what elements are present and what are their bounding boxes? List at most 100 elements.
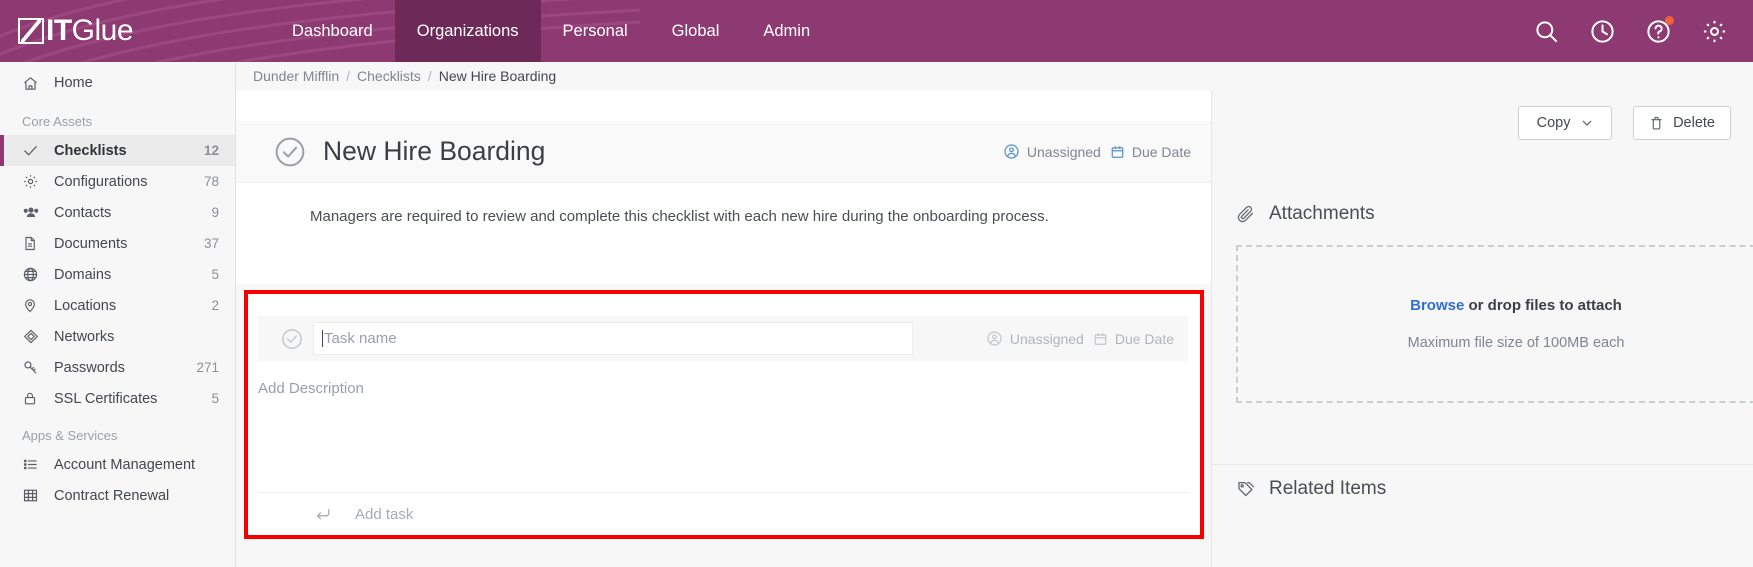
sidebar-item-count: 5: [211, 267, 219, 282]
lock-icon: [22, 390, 44, 408]
add-task-label: Add task: [355, 505, 414, 523]
contacts-icon: [22, 204, 44, 222]
breadcrumb-separator: /: [346, 68, 351, 84]
sidebar-item-label: Configurations: [54, 173, 148, 190]
sidebar-item-networks[interactable]: Networks: [0, 321, 235, 352]
sidebar-item-label: Contacts: [54, 204, 112, 221]
enter-return-icon: [313, 505, 333, 523]
sidebar-item-label: Networks: [54, 328, 115, 345]
breadcrumb-organization[interactable]: Dunder Mifflin: [253, 68, 339, 84]
sidebar-item-label: Domains: [54, 266, 112, 283]
sidebar-item-ssl-certificates[interactable]: SSL Certificates 5: [0, 383, 235, 414]
task-name-row: Task name Unassigned Due Date: [258, 316, 1188, 361]
itglue-logo-mark: [18, 18, 44, 44]
task-due-date[interactable]: Due Date: [1093, 331, 1174, 347]
key-icon: [22, 359, 44, 377]
sidebar-item-locations[interactable]: Locations 2: [0, 290, 235, 321]
delete-button[interactable]: Delete: [1633, 106, 1731, 140]
gear-icon: [22, 173, 44, 191]
checklist-assignee[interactable]: Unassigned: [1003, 143, 1101, 160]
dropzone-drop-text: or drop files to attach: [1464, 297, 1622, 314]
tag-icon: [1236, 479, 1256, 499]
nav-item-global[interactable]: Global: [650, 0, 742, 62]
breadcrumb: Dunder Mifflin / Checklists / New Hire B…: [236, 62, 1753, 90]
checklist-due-date-label: Due Date: [1131, 143, 1191, 160]
main-content: New Hire Boarding Unassigned Due Date Ma…: [236, 90, 1211, 567]
task-meta: Unassigned Due Date: [986, 330, 1174, 347]
calendar-icon: [1093, 331, 1108, 347]
check-icon: [22, 142, 44, 160]
search-icon[interactable]: [1531, 16, 1561, 46]
checklist-assignee-label: Unassigned: [1026, 143, 1101, 160]
sidebar-item-label: Checklists: [54, 142, 127, 159]
sidebar-item-home[interactable]: Home: [0, 66, 235, 100]
sidebar-item-configurations[interactable]: Configurations 78: [0, 166, 235, 197]
sidebar-item-checklists[interactable]: Checklists 12: [0, 135, 235, 166]
add-task-button[interactable]: Add task: [258, 492, 1188, 535]
sidebar-item-count: 78: [203, 174, 219, 189]
checklist-title-row: New Hire Boarding Unassigned Due Date: [236, 121, 1211, 183]
record-actions: Copy Delete: [1518, 106, 1731, 140]
checklist-description: Managers are required to review and comp…: [310, 208, 1049, 225]
sidebar-item-count: 2: [211, 298, 219, 313]
task-assignee[interactable]: Unassigned: [986, 330, 1084, 347]
task-name-placeholder: Task name: [324, 330, 397, 347]
sidebar-item-passwords[interactable]: Passwords 271: [0, 352, 235, 383]
itglue-logo[interactable]: ITGlue: [18, 12, 134, 50]
related-items-section-header: Related Items: [1212, 464, 1753, 512]
user-circle-icon: [986, 330, 1003, 347]
sidebar-item-label: Home: [54, 75, 93, 91]
task-editor-panel: Task name Unassigned Due Date Add Descri…: [244, 290, 1204, 539]
nav-item-admin[interactable]: Admin: [741, 0, 832, 62]
nav-label: Organizations: [416, 21, 519, 40]
browse-link[interactable]: Browse: [1410, 297, 1464, 314]
nav-label: Personal: [562, 21, 628, 40]
top-nav-icon-group: [1531, 0, 1741, 62]
sidebar-item-count: 12: [203, 143, 219, 158]
sidebar-item-count: 9: [211, 205, 219, 220]
task-assignee-label: Unassigned: [1009, 330, 1084, 347]
circle-check-icon[interactable]: [281, 328, 303, 350]
sidebar-item-account-management[interactable]: Account Management: [0, 449, 235, 480]
sidebar-item-contacts[interactable]: Contacts 9: [0, 197, 235, 228]
text-caret: [322, 330, 323, 347]
sidebar-group-apps-services-title: Apps & Services: [22, 428, 118, 443]
page-title: New Hire Boarding: [323, 136, 546, 166]
breadcrumb-section[interactable]: Checklists: [357, 68, 421, 84]
help-notification-badge: [1665, 16, 1674, 25]
help-icon[interactable]: [1643, 16, 1674, 46]
right-sidebar: Copy Delete Attachments Browse or drop f…: [1211, 90, 1753, 567]
dropzone-max-size-text: Maximum file size of 100MB each: [1407, 335, 1625, 351]
nav-label: Admin: [763, 21, 811, 40]
task-description-input[interactable]: Add Description: [258, 380, 364, 397]
attachments-section-header: Attachments: [1212, 190, 1753, 238]
dropzone-primary-text: Browse or drop files to attach: [1410, 297, 1622, 314]
task-name-input[interactable]: Task name: [313, 322, 913, 355]
gear-icon[interactable]: [1699, 16, 1729, 46]
history-clock-icon[interactable]: [1587, 16, 1617, 46]
sidebar-item-label: Contract Renewal: [54, 487, 170, 504]
delete-button-label: Delete: [1673, 115, 1715, 131]
breadcrumb-current: New Hire Boarding: [438, 68, 557, 84]
nav-item-dashboard[interactable]: Dashboard: [270, 0, 395, 62]
top-navigation-bar: ITGlue Dashboard Organizations Personal …: [0, 0, 1753, 62]
sidebar-item-count: 5: [211, 391, 219, 406]
attachment-dropzone[interactable]: Browse or drop files to attach Maximum f…: [1236, 245, 1753, 403]
sidebar-item-label: Documents: [54, 235, 128, 252]
chevron-down-icon: [1580, 116, 1594, 130]
map-pin-icon: [22, 297, 44, 315]
sidebar-item-contract-renewal[interactable]: Contract Renewal: [0, 480, 235, 511]
main-nav-links: Dashboard Organizations Personal Global …: [270, 0, 832, 62]
sidebar-item-label: Account Management: [54, 456, 196, 473]
nav-item-organizations[interactable]: Organizations: [394, 0, 541, 62]
sidebar-item-label: SSL Certificates: [54, 390, 158, 407]
document-icon: [22, 235, 44, 253]
copy-button[interactable]: Copy: [1518, 106, 1613, 140]
nav-item-personal[interactable]: Personal: [541, 0, 650, 62]
sidebar-item-label: Locations: [54, 297, 117, 314]
checklist-meta: Unassigned Due Date: [1003, 143, 1191, 160]
sidebar-item-documents[interactable]: Documents 37: [0, 228, 235, 259]
circle-check-icon[interactable]: [274, 136, 306, 168]
sidebar-item-domains[interactable]: Domains 5: [0, 259, 235, 290]
checklist-due-date[interactable]: Due Date: [1110, 144, 1191, 160]
